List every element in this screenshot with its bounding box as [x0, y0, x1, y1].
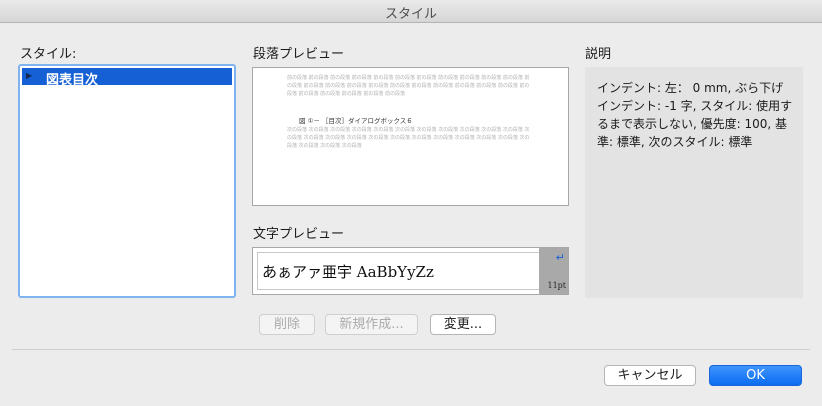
- disclosure-triangle-icon[interactable]: ▶: [26, 71, 32, 80]
- description-label: 説明: [585, 47, 612, 62]
- paragraph-preview-label: 段落プレビュー: [253, 47, 345, 62]
- style-list-item-label: 図表目次: [46, 73, 99, 88]
- title-bar: スタイル: [0, 0, 822, 23]
- style-list[interactable]: ▶ 図表目次: [18, 64, 236, 298]
- paragraph-preview: 前の段落 前の段落 前の段落 前の段落 前の段落 前の段落 前の段落 前の段落 …: [252, 67, 569, 206]
- window-title: スタイル: [384, 7, 437, 22]
- return-arrow-icon: ↵: [555, 251, 565, 264]
- character-preview-frame: あぁアァ亜宇 AaBbYyZz: [257, 252, 564, 290]
- style-label: スタイル:: [20, 47, 77, 62]
- separator: [12, 349, 810, 350]
- char-preview-label: 文字プレビュー: [253, 227, 345, 242]
- delete-button[interactable]: 削除: [259, 314, 315, 335]
- new-style-button[interactable]: 新規作成...: [325, 314, 418, 335]
- style-list-item[interactable]: ▶ 図表目次: [22, 68, 232, 88]
- description-text: インデント: 左： 0 mm, ぶら下げインデント: -1 字, スタイル: 使…: [597, 81, 793, 149]
- character-preview-text: あぁアァ亜宇 AaBbYyZz: [262, 263, 434, 281]
- preview-sample-paragraph: 図 ①－ ［目次］ダイアログボックス６: [299, 117, 413, 125]
- font-size-label: 11pt: [547, 281, 566, 290]
- preview-filler-after: 次の段落 次の段落 次の段落 次の段落 次の段落 次の段落 次の段落 次の段落 …: [287, 127, 530, 149]
- modify-button[interactable]: 変更...: [430, 314, 496, 335]
- preview-filler-before: 前の段落 前の段落 前の段落 前の段落 前の段落 前の段落 前の段落 前の段落 …: [287, 75, 530, 97]
- character-preview: あぁアァ亜宇 AaBbYyZz ↵ 11pt: [252, 247, 569, 295]
- font-size-indicator: ↵ 11pt: [539, 248, 568, 294]
- cancel-button[interactable]: キャンセル: [604, 365, 696, 386]
- description-panel: インデント: 左： 0 mm, ぶら下げインデント: -1 字, スタイル: 使…: [585, 67, 803, 298]
- ok-button[interactable]: OK: [709, 365, 802, 386]
